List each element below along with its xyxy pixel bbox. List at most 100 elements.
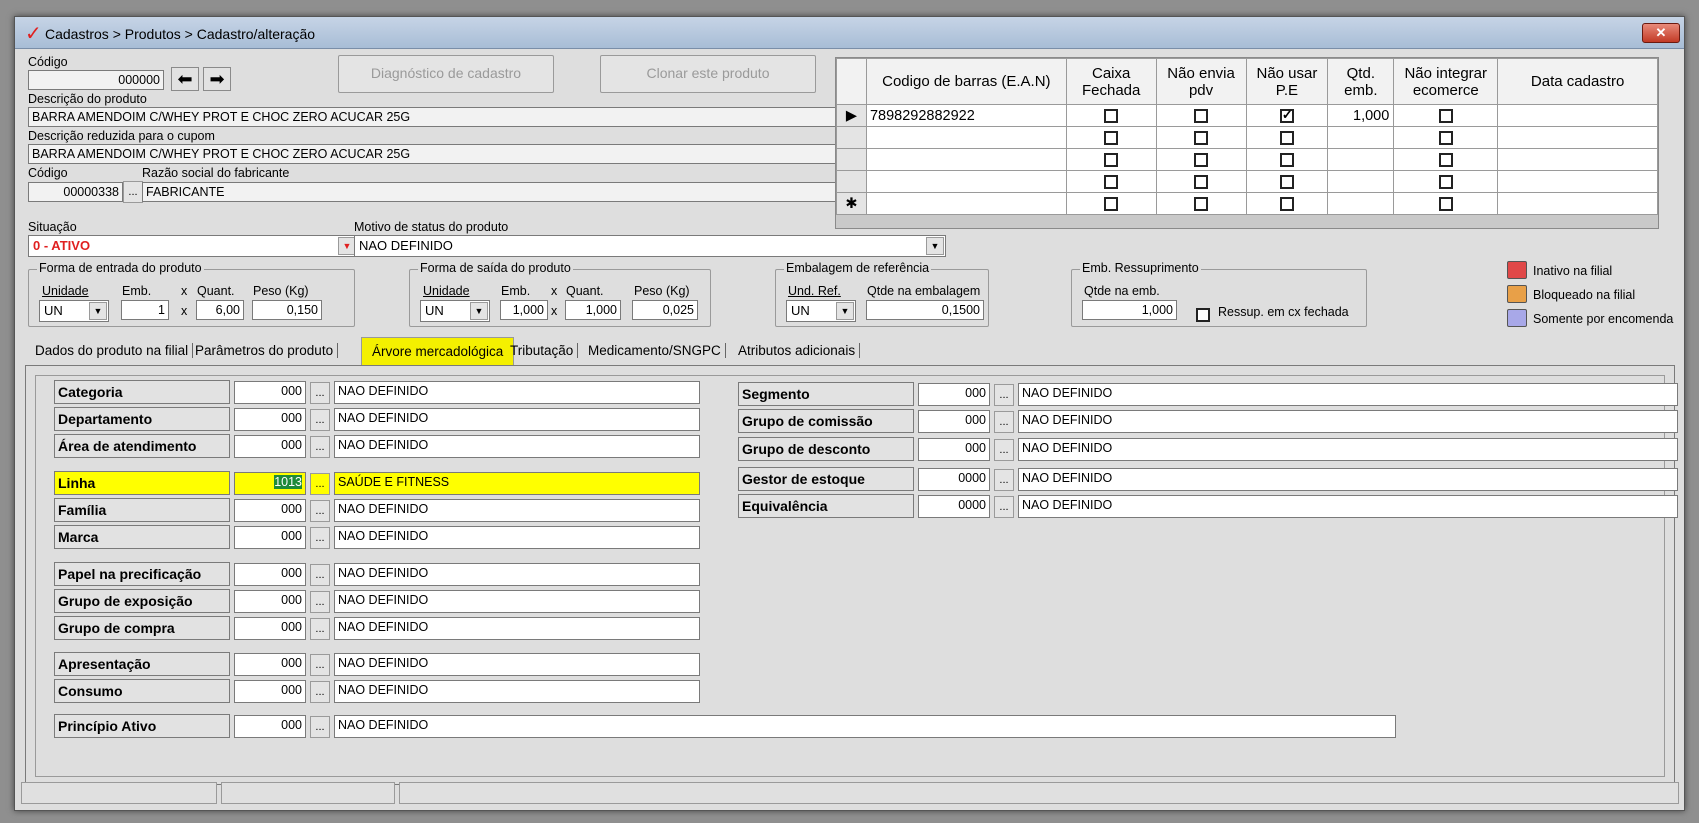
entrada-quant-field[interactable]: 6,00 (196, 300, 244, 320)
field-code-input[interactable]: 000 (234, 590, 306, 613)
tab-arvore-mercadologica[interactable]: Árvore mercadológica (361, 337, 515, 367)
data-cadastro-cell[interactable] (1497, 104, 1658, 127)
checkbox[interactable] (1194, 152, 1209, 167)
grid-column-header[interactable]: Não envia pdv (1155, 58, 1247, 105)
field-description[interactable]: NAO DEFINIDO (334, 381, 700, 404)
field-code-input[interactable]: 000 (918, 383, 990, 406)
ean-cell[interactable]: 7898292882922 (865, 104, 1067, 127)
data-cadastro-cell[interactable] (1497, 192, 1658, 215)
checkbox[interactable] (1279, 196, 1294, 211)
field-code-input[interactable]: 000 (234, 715, 306, 738)
descricao-reduzida-field[interactable]: BARRA AMENDOIM C/WHEY PROT E CHOC ZERO A… (28, 144, 838, 164)
checkbox[interactable] (1438, 196, 1453, 211)
field-description[interactable]: NAO DEFINIDO (1018, 383, 1678, 406)
qtd-cell[interactable]: 1,000 (1327, 104, 1395, 127)
ressup-cx-fechada-checkbox[interactable] (1196, 307, 1210, 322)
saida-unidade-select[interactable]: UN ▼ (420, 300, 490, 322)
entrada-emb-field[interactable]: 1 (121, 300, 169, 320)
saida-quant-field[interactable]: 1,000 (565, 300, 621, 320)
field-code-input[interactable]: 000 (918, 438, 990, 461)
field-search-button[interactable]: ... (310, 618, 330, 640)
field-code-input[interactable]: 000 (234, 435, 306, 458)
qtd-cell[interactable] (1327, 148, 1395, 171)
saida-peso-field[interactable]: 0,025 (632, 300, 698, 320)
qtd-cell[interactable] (1327, 192, 1395, 215)
motivo-select[interactable]: NAO DEFINIDO ▼ (354, 235, 946, 257)
checkbox[interactable] (1194, 196, 1209, 211)
embalagem-qtde-field[interactable]: 0,1500 (866, 300, 984, 320)
field-search-button[interactable]: ... (310, 654, 330, 676)
codigo-field[interactable]: 000000 (28, 70, 164, 90)
field-description[interactable]: NAO DEFINIDO (1018, 495, 1678, 518)
checkbox[interactable] (1104, 174, 1119, 189)
field-search-button[interactable]: ... (310, 564, 330, 586)
checkbox[interactable] (1279, 107, 1294, 123)
ean-cell[interactable] (865, 192, 1067, 215)
field-code-input[interactable]: 000 (918, 410, 990, 433)
checkbox[interactable] (1194, 130, 1209, 145)
tab-medicamento[interactable]: Medicamento/SNGPC (588, 343, 726, 358)
checkbox[interactable] (1438, 174, 1453, 189)
field-search-button[interactable]: ... (310, 409, 330, 431)
field-search-button[interactable]: ... (994, 384, 1014, 406)
field-code-input[interactable]: 000 (234, 680, 306, 703)
diagnostico-button[interactable]: Diagnóstico de cadastro (338, 55, 554, 93)
row-marker[interactable] (836, 170, 867, 193)
row-marker[interactable] (836, 148, 867, 171)
entrada-peso-field[interactable]: 0,150 (252, 300, 322, 320)
tab-parametros[interactable]: Parâmetros do produto (195, 343, 339, 358)
embalagem-und-select[interactable]: UN ▼ (786, 300, 856, 322)
ressuprimento-qtde-field[interactable]: 1,000 (1082, 300, 1177, 320)
grid-column-header[interactable]: Data cadastro (1497, 58, 1658, 105)
field-search-button[interactable]: ... (310, 681, 330, 703)
checkbox[interactable] (1279, 152, 1294, 167)
checkbox[interactable] (1438, 108, 1453, 123)
entrada-unidade-select[interactable]: UN ▼ (39, 300, 109, 322)
field-code-input[interactable]: 0000 (918, 495, 990, 518)
grid-row[interactable]: ▶7898292882922 1,000 (836, 104, 1658, 127)
barcode-grid[interactable]: Codigo de barras (E.A.N) Caixa Fechada Não… (835, 57, 1659, 229)
field-description[interactable]: NAO DEFINIDO (1018, 438, 1678, 461)
row-marker[interactable]: ✱ (836, 192, 867, 215)
tab-atributos[interactable]: Atributos adicionais (738, 343, 861, 358)
field-search-button[interactable]: ... (310, 591, 330, 613)
descricao-field[interactable]: BARRA AMENDOIM C/WHEY PROT E CHOC ZERO A… (28, 107, 838, 127)
field-code-input[interactable]: 0000 (918, 468, 990, 491)
chevron-down-icon[interactable]: ▼ (926, 237, 944, 255)
field-search-button[interactable]: ... (310, 436, 330, 458)
checkbox[interactable] (1438, 130, 1453, 145)
data-cadastro-cell[interactable] (1497, 126, 1658, 149)
field-description[interactable]: NAO DEFINIDO (1018, 468, 1678, 491)
previous-arrow-icon[interactable]: ⬅ (171, 67, 199, 91)
grid-column-header[interactable]: Caixa Fechada (1065, 58, 1157, 105)
checkbox[interactable] (1194, 174, 1209, 189)
tab-dados-filial[interactable]: Dados do produto na filial (35, 343, 194, 358)
saida-emb-field[interactable]: 1,000 (500, 300, 548, 320)
data-cadastro-cell[interactable] (1497, 148, 1658, 171)
ean-cell[interactable] (865, 170, 1067, 193)
field-search-button[interactable]: ... (994, 469, 1014, 491)
field-code-input[interactable]: 000 (234, 499, 306, 522)
field-description[interactable]: NAO DEFINIDO (334, 653, 700, 676)
field-description[interactable]: NAO DEFINIDO (334, 408, 700, 431)
field-code-input[interactable]: 000 (234, 381, 306, 404)
checkbox[interactable] (1279, 174, 1294, 189)
fabricante-codigo-field[interactable]: 00000338 (28, 182, 123, 202)
checkbox[interactable] (1104, 130, 1119, 145)
field-description[interactable]: NAO DEFINIDO (334, 499, 700, 522)
close-button[interactable]: ✕ (1642, 23, 1680, 43)
grid-row[interactable] (836, 126, 1658, 149)
chevron-down-icon[interactable]: ▼ (470, 302, 488, 320)
grid-row[interactable] (836, 170, 1658, 193)
grid-row[interactable]: ✱ (836, 192, 1658, 215)
field-code-input[interactable]: 1013 (234, 472, 306, 495)
row-marker[interactable]: ▶ (836, 104, 867, 127)
checkbox[interactable] (1279, 130, 1294, 145)
grid-column-header[interactable]: Não integrar ecomerce (1393, 58, 1499, 105)
field-code-input[interactable]: 000 (234, 617, 306, 640)
data-cadastro-cell[interactable] (1497, 170, 1658, 193)
ean-cell[interactable] (865, 148, 1067, 171)
tab-tributacao[interactable]: Tributação (510, 343, 579, 358)
chevron-down-icon[interactable]: ▼ (836, 302, 854, 320)
checkbox[interactable] (1194, 108, 1209, 123)
